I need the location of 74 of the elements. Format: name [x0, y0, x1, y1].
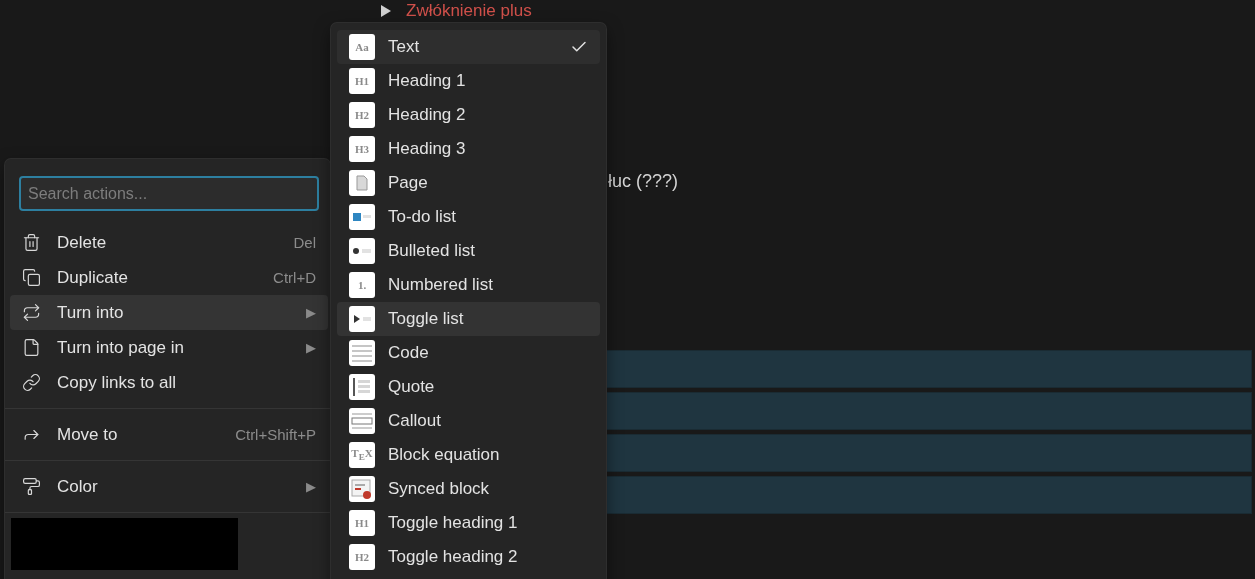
menu-item[interactable]: H2 Toggle heading 2: [337, 540, 600, 574]
menu-item[interactable]: H1 Heading 1: [337, 64, 600, 98]
menu-item-label: Page: [388, 173, 429, 193]
menu-item-label: Block equation: [388, 445, 501, 465]
menu-item-label: Synced block: [388, 479, 491, 499]
menu-item[interactable]: Toggle list: [337, 302, 600, 336]
trash-icon: [22, 233, 41, 252]
menu-item[interactable]: Delete Del: [10, 225, 328, 260]
thumbnail-label: H1: [354, 517, 370, 529]
menu-item-label: Bulleted list: [388, 241, 476, 261]
shortcut-text: Ctrl+D: [273, 269, 316, 286]
menu-item[interactable]: Copy links to all: [10, 365, 328, 400]
paragraph-text: łuc (???): [608, 171, 680, 193]
checkbox-icon: [352, 210, 372, 224]
bullet-icon: [352, 245, 372, 257]
menu-item-label: Heading 3: [388, 139, 467, 159]
toggle-heading-text: Zwłóknienie plus: [406, 1, 532, 21]
menu-item-label: Duplicate: [57, 267, 129, 288]
toggle-triangle-icon[interactable]: [380, 5, 392, 17]
menu-item[interactable]: Turn into ▶: [10, 295, 328, 330]
menu-item[interactable]: Callout: [337, 404, 600, 438]
menu-item[interactable]: To-do list: [337, 200, 600, 234]
menu-item-label: Heading 2: [388, 105, 467, 125]
menu-item[interactable]: Bulleted list: [337, 234, 600, 268]
menu-item[interactable]: Synced block: [337, 472, 600, 506]
menu-item[interactable]: Move to Ctrl+Shift+P: [10, 417, 328, 452]
submenu-arrow: ▶: [306, 305, 316, 320]
shortcut-text: Del: [293, 234, 316, 251]
menu-item[interactable]: Page: [337, 166, 600, 200]
menu-item-label: Numbered list: [388, 275, 494, 295]
menu-item-label: Code: [388, 343, 430, 363]
menu-item[interactable]: 1. Numbered list: [337, 268, 600, 302]
menu-item-label: Color: [57, 476, 99, 497]
menu-item-label: Heading 1: [388, 71, 467, 91]
menu-item-label: Delete: [57, 232, 108, 253]
thumbnail-label: H1: [354, 75, 370, 87]
menu-item[interactable]: Turn into page in ▶: [10, 330, 328, 365]
menu-item-label: Turn into page in: [57, 337, 185, 358]
menu-item-label: Move to: [57, 424, 119, 445]
menu-item[interactable]: H1 Toggle heading 1: [337, 506, 600, 540]
menu-item-label: Toggle heading 2: [388, 547, 519, 567]
page-icon: [22, 338, 41, 357]
thumbnail-label: T$_{E}$X: [351, 447, 373, 463]
menu-item[interactable]: Code: [337, 336, 600, 370]
copy-icon: [22, 268, 41, 287]
repeat-icon: [22, 303, 41, 322]
thumbnail-label: H2: [354, 551, 370, 563]
page-icon: [355, 175, 369, 191]
menu-item[interactable]: Aa Text: [337, 30, 600, 64]
submenu-arrow: ▶: [306, 479, 316, 494]
menu-item-label: Copy links to all: [57, 372, 178, 393]
menu-item-label: Callout: [388, 411, 442, 431]
menu-item-label: Turn into: [57, 302, 125, 323]
menu-item[interactable]: T$_{E}$X Block equation: [337, 438, 600, 472]
thumbnail-label: Aa: [355, 41, 369, 53]
thumbnail-label: 1.: [357, 279, 367, 291]
menu-item-label: Toggle heading 1: [388, 513, 519, 533]
submenu-arrow: ▶: [306, 340, 316, 355]
thumbnail-label: H3: [354, 143, 370, 155]
menu-item[interactable]: Duplicate Ctrl+D: [10, 260, 328, 295]
menu-item[interactable]: H2 Heading 2: [337, 98, 600, 132]
menu-item[interactable]: Quote: [337, 370, 600, 404]
paint-roller-icon: [22, 477, 41, 496]
toggle-triangle-icon: [352, 313, 372, 325]
menu-item-label: Toggle list: [388, 309, 465, 329]
thumbnail-label: H2: [354, 109, 370, 121]
link-icon: [22, 373, 41, 392]
shortcut-text: Ctrl+Shift+P: [235, 426, 316, 443]
search-field[interactable]: Search actions...: [19, 176, 319, 211]
menu-item[interactable]: Color ▶: [10, 469, 328, 504]
menu-item-label: To-do list: [388, 207, 458, 227]
menu-item[interactable]: H3 Heading 3: [337, 132, 600, 166]
menu-item-label: Quote: [388, 377, 436, 397]
menu-item-label: Text: [388, 37, 421, 57]
